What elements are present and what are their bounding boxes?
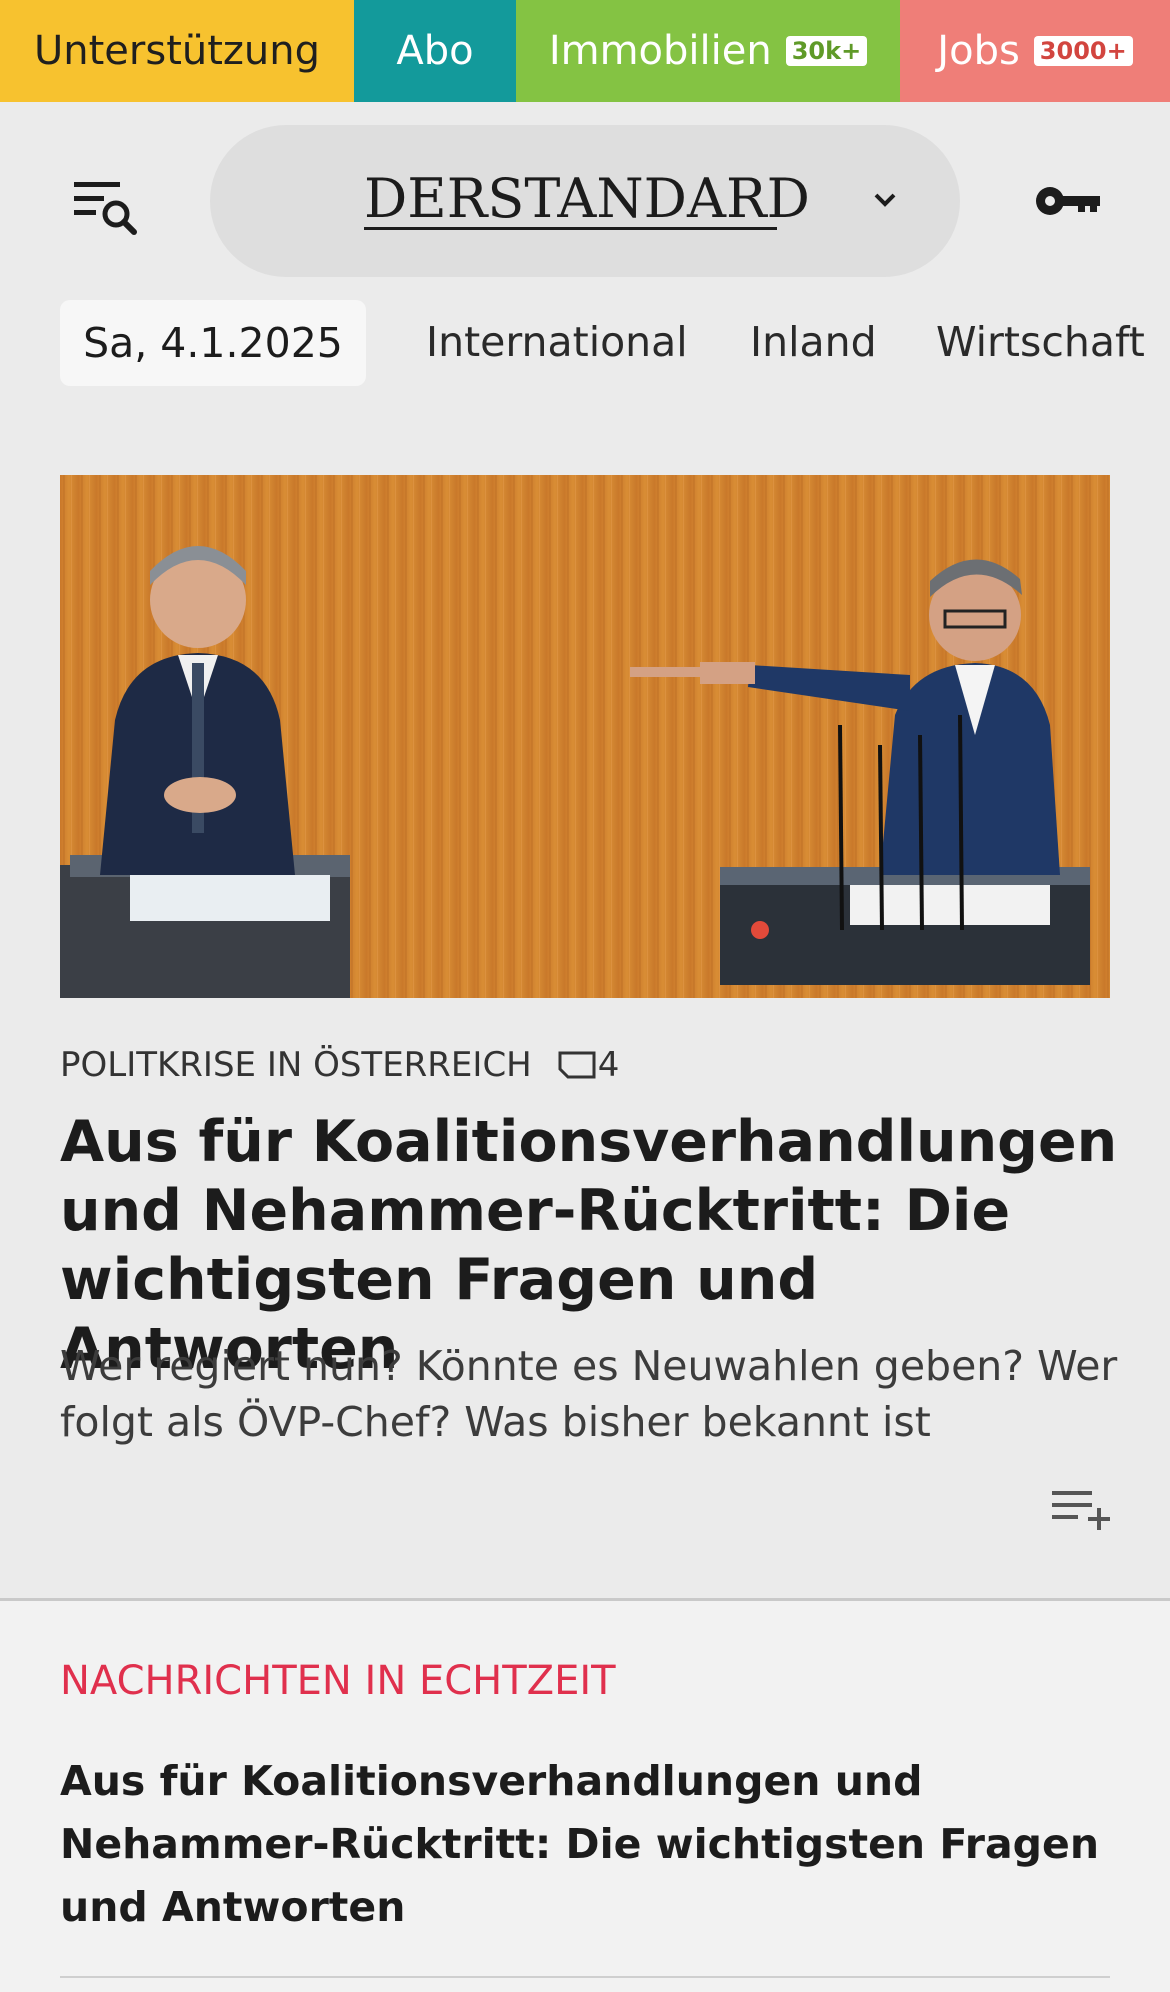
add-to-list-button[interactable] xyxy=(1050,1487,1112,1535)
article-kicker: POLITKRISE IN ÖSTERREICH 4 xyxy=(60,1040,619,1090)
hero-lead: Wer regiert nun? Könnte es Neuwahlen geb… xyxy=(60,1342,1118,1446)
logo-edition-switch[interactable]: DERSTANDARD xyxy=(210,125,960,277)
immobilien-label: Immobilien xyxy=(548,28,772,74)
live-news-title[interactable]: Aus für Koalitionsverhandlungen und Neha… xyxy=(60,1750,1120,1939)
jobs-label: Jobs xyxy=(937,28,1020,74)
nav-wirtschaft[interactable]: Wirtschaft xyxy=(936,312,1145,372)
jobs-link[interactable]: Jobs 3000+ xyxy=(900,0,1170,102)
posting-count[interactable]: 4 xyxy=(556,1040,620,1090)
posting-count-value: 4 xyxy=(597,1045,620,1085)
date-label: Sa, 4.1.2025 xyxy=(83,319,343,367)
logo-underline xyxy=(364,227,777,230)
service-bar: Unterstützung Abo Immobilien 30k+ Jobs 300… xyxy=(0,0,1170,102)
parliament-photo xyxy=(60,475,1110,998)
login-button[interactable] xyxy=(1034,178,1104,224)
jobs-count-badge: 3000+ xyxy=(1033,36,1133,66)
date-chip[interactable]: Sa, 4.1.2025 xyxy=(60,300,366,386)
nav-inland[interactable]: Inland xyxy=(750,312,877,372)
support-label: Unterstützung xyxy=(33,28,320,74)
nav-international[interactable]: International xyxy=(426,312,688,372)
key-icon xyxy=(1036,187,1100,215)
immobilien-count-badge: 30k+ xyxy=(785,36,868,66)
derstandard-logo: DERSTANDARD xyxy=(364,167,810,230)
add-to-list-icon xyxy=(1052,1491,1110,1530)
abo-label: Abo xyxy=(396,28,474,74)
kicker-label: POLITKRISE IN ÖSTERREICH xyxy=(60,1045,532,1085)
menu-search-button[interactable] xyxy=(70,176,142,240)
abo-link[interactable]: Abo xyxy=(354,0,516,102)
item-divider xyxy=(60,1976,1110,1978)
support-link[interactable]: Unterstützung xyxy=(0,0,354,102)
hero-article-image[interactable] xyxy=(60,475,1110,998)
live-news-label: NACHRICHTEN IN ECHTZEIT xyxy=(60,1658,616,1704)
menu-search-icon xyxy=(74,182,137,235)
chevron-down-icon xyxy=(874,193,896,207)
immobilien-link[interactable]: Immobilien 30k+ xyxy=(516,0,900,102)
speech-bubble-icon xyxy=(558,1051,596,1079)
